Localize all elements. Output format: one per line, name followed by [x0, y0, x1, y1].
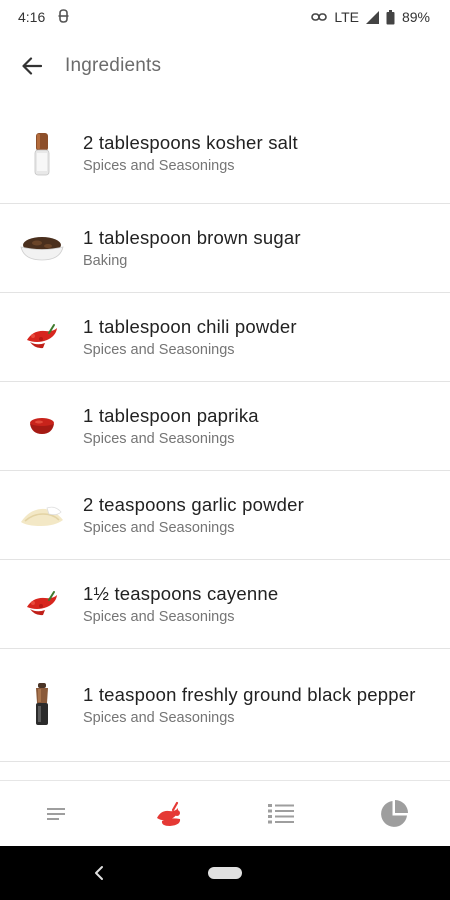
- system-back-icon[interactable]: [90, 863, 110, 883]
- ingredient-row[interactable]: 2 tablespoons kosher salt Spices and Sea…: [0, 104, 450, 204]
- back-button[interactable]: [0, 34, 64, 98]
- ingredient-row[interactable]: 2 teaspoons garlic powder Spices and Sea…: [0, 471, 450, 560]
- network-type: LTE: [334, 9, 359, 25]
- ingredient-category: Spices and Seasonings: [83, 430, 235, 447]
- battery-level: 89%: [401, 9, 430, 25]
- tab-description[interactable]: [0, 781, 113, 846]
- garlic-powder-icon: [0, 502, 83, 528]
- brown-sugar-bowl-icon: [0, 234, 83, 262]
- ingredient-category: Spices and Seasonings: [83, 519, 235, 536]
- ingredient-name: 2 tablespoons kosher salt: [83, 132, 298, 153]
- ingredient-category: Baking: [83, 252, 128, 269]
- signal-icon: [365, 10, 379, 24]
- description-icon: [47, 807, 66, 820]
- ingredient-row[interactable]: 1 tablespoon paprika Spices and Seasonin…: [0, 382, 450, 471]
- ingredient-name: 2 teaspoons garlic powder: [83, 493, 304, 515]
- ingredient-category: Spices and Seasonings: [83, 341, 235, 358]
- ingredient-name: 1 tablespoon chili powder: [83, 315, 297, 337]
- status-bar: 4:16 LTE 89%: [0, 0, 450, 34]
- ingredient-row[interactable]: 1 tablespoon chili powder Spices and Sea…: [0, 293, 450, 382]
- sync-icon: [57, 8, 70, 26]
- arrow-back-icon: [22, 57, 42, 75]
- chili-pepper-icon: [0, 589, 83, 619]
- ingredient-row[interactable]: 1 tablespoon brown sugar Baking: [0, 204, 450, 293]
- ingredient-name: 1 tablespoon brown sugar: [83, 226, 301, 248]
- nutrition-icon: [380, 799, 408, 827]
- ingredient-row[interactable]: 1 teaspoon freshly ground black pepper S…: [0, 649, 450, 762]
- system-home-pill[interactable]: [208, 867, 242, 879]
- ingredient-name: 1 tablespoon paprika: [83, 404, 259, 426]
- battery-icon: [386, 9, 395, 25]
- bottom-nav: [0, 780, 450, 846]
- ingredient-name: 1½ teaspoons cayenne: [83, 582, 279, 604]
- status-time: 4:16: [18, 9, 46, 25]
- ingredient-category: Spices and Seasonings: [83, 158, 235, 174]
- chili-pepper-icon: [0, 322, 83, 352]
- system-nav-bar: [0, 846, 450, 900]
- tab-steps[interactable]: [225, 781, 338, 846]
- ingredient-list: 2 tablespoons kosher salt Spices and Sea…: [0, 104, 450, 780]
- link-icon: [311, 12, 328, 22]
- paprika-bowl-icon: [0, 416, 83, 436]
- tab-ingredients[interactable]: [113, 781, 226, 846]
- ingredients-icon: [156, 801, 180, 826]
- salt-grinder-icon: [0, 131, 83, 177]
- pepper-grinder-icon: [0, 683, 83, 727]
- ingredient-row[interactable]: 1½ teaspoons cayenne Spices and Seasonin…: [0, 560, 450, 649]
- app-bar: Ingredients: [0, 34, 450, 98]
- tab-nutrition[interactable]: [338, 781, 450, 846]
- ingredient-name: 1 teaspoon freshly ground black pepper: [83, 683, 416, 705]
- ingredient-category: Spices and Seasonings: [83, 709, 235, 726]
- steps-icon: [268, 803, 295, 823]
- page-title: Ingredients: [65, 55, 162, 76]
- ingredient-category: Spices and Seasonings: [83, 608, 235, 625]
